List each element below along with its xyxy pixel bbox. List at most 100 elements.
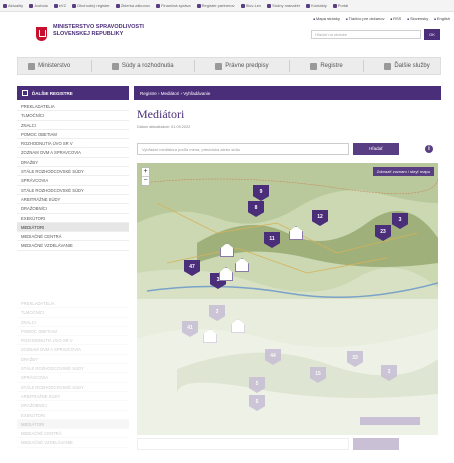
pin-count: 47 xyxy=(189,264,195,270)
bookmark-icon xyxy=(53,3,58,8)
sidebar-item[interactable]: Mediátori xyxy=(17,222,129,233)
map-cluster-pin-reflection: 41 xyxy=(182,321,198,337)
sidebar-item[interactable]: Správcovia xyxy=(17,373,129,383)
nav-label: Súdy a rozhodnutia xyxy=(121,63,174,69)
update-date: Dátum aktualizácie: 01.09.2022 xyxy=(137,125,191,129)
map-cluster-pin[interactable]: 47 xyxy=(184,260,200,276)
sidebar-item[interactable]: Mediačné vzdelávanie xyxy=(17,241,129,251)
sidebar-item[interactable]: Stále rozhodcovské súdy xyxy=(17,383,129,392)
map-cluster-pin-reflection: 3 xyxy=(209,305,225,321)
sidebar-item[interactable]: Pomoc obetiam xyxy=(17,130,129,140)
sidebar-item[interactable]: Stále rozhodcovské súdy xyxy=(17,186,129,195)
map-cluster-pin-reflection: 5 xyxy=(249,377,265,393)
mediators-map[interactable]: + − Zobraziť zoznam / skryť mapu 9 8 12 11 2… xyxy=(137,163,438,299)
bookmark-icon xyxy=(196,3,201,8)
bookmark-item[interactable]: Portál xyxy=(332,3,348,8)
sidebar-item[interactable]: Rozhodnutia ÚVO SR V xyxy=(17,139,129,149)
nav-separator xyxy=(193,60,195,72)
sidebar-item[interactable]: Rozhodnutia ÚVO SR V xyxy=(17,336,129,346)
map-cluster-pin[interactable]: 8 xyxy=(248,201,264,217)
sidebar-item[interactable]: Zoznam OVM a spravcovia xyxy=(17,148,129,158)
sidebar-item[interactable]: Arbitrážne súdy xyxy=(17,195,129,205)
bookmark-item[interactable]: Obchodný register xyxy=(72,3,110,8)
sidebar-item[interactable]: Exekútori xyxy=(17,214,129,223)
toplink-english[interactable]: English xyxy=(434,16,450,21)
sidebar-item[interactable]: Tlmočníci xyxy=(17,111,129,121)
bookmark-item[interactable]: Kontakty xyxy=(306,3,327,8)
sidebar-item[interactable]: Mediačné vzdelávanie xyxy=(17,438,129,448)
map-cluster-pin[interactable]: 23 xyxy=(375,225,391,241)
sidebar-item[interactable]: Dražby xyxy=(17,355,129,365)
bookmark-label: Justícia xyxy=(34,3,48,8)
bookmark-item[interactable]: Súdny manažér xyxy=(267,3,300,8)
zoom-out-button[interactable]: − xyxy=(142,176,149,185)
bookmark-icon xyxy=(115,3,120,8)
nav-item-courts[interactable]: Súdy a rozhodnutia xyxy=(111,62,174,70)
nav-label: Ďalšie služby xyxy=(394,63,430,69)
info-icon[interactable]: i xyxy=(425,145,433,153)
bookmark-item[interactable]: Register partnerov xyxy=(196,3,235,8)
sidebar-item[interactable]: Znalci xyxy=(17,318,129,327)
building-icon xyxy=(28,62,36,70)
pin-shape xyxy=(265,349,281,365)
mediator-search-button[interactable]: Hľadať xyxy=(353,143,399,155)
map-toggle-reflection xyxy=(360,417,420,425)
sidebar-item[interactable]: Mediačné centrá xyxy=(17,232,129,242)
sidebar-item[interactable]: Mediátori xyxy=(17,419,129,430)
toplink-slovak[interactable]: Slovensky xyxy=(407,16,428,21)
bookmark-item[interactable]: Slov-Lex xyxy=(240,3,261,8)
zoom-in-button[interactable]: + xyxy=(142,168,149,176)
ministry-logo-text[interactable]: MINISTERSTVO SPRAVODLIVOSTI SLOVENSKEJ R… xyxy=(53,24,163,37)
sidebar-item[interactable]: Mediačné centrá xyxy=(17,429,129,439)
logo-crest[interactable] xyxy=(36,27,47,41)
plus-icon xyxy=(384,62,392,70)
bookmark-item[interactable]: Zbierka zákonov xyxy=(115,3,150,8)
map-cluster-pin-reflection: 5 xyxy=(249,395,265,411)
nav-item-registers[interactable]: Registre xyxy=(310,62,343,70)
breadcrumb[interactable]: Registre › Mediátori › Vyhľadávanie xyxy=(134,86,441,100)
bookmark-item[interactable]: eVZ xyxy=(53,3,67,8)
sidebar-heading: ĎALŠIE REGISTRE xyxy=(17,86,129,100)
bookmark-item[interactable]: Finančná správa xyxy=(156,3,191,8)
map-zoom-control: + − xyxy=(141,167,150,186)
map-cluster-pin[interactable]: 3 xyxy=(392,213,408,229)
sidebar-item[interactable]: Prekladatelia xyxy=(17,102,129,112)
map-cluster-pin[interactable]: 12 xyxy=(312,210,328,226)
bookmark-label: eVZ xyxy=(58,3,67,8)
sidebar-item[interactable]: Zoznam OVM a spravcovia xyxy=(17,345,129,355)
sidebar-item[interactable]: Dražobníci xyxy=(17,401,129,411)
sidebar-item[interactable]: Pomoc obetiam xyxy=(17,327,129,337)
map-cluster-pin[interactable]: 9 xyxy=(253,185,269,201)
nav-label: Ministerstvo xyxy=(38,63,71,69)
site-search-button[interactable]: OK xyxy=(424,29,440,40)
sidebar-item[interactable]: Dražobníci xyxy=(17,204,129,214)
map-cluster-pin[interactable]: 11 xyxy=(264,232,280,248)
sidebar-item[interactable]: Prekladatelia xyxy=(17,299,129,309)
mediator-search-input[interactable]: Vyhľadať mediátora podľa mena, priezvisk… xyxy=(137,143,349,155)
nav-item-ministry[interactable]: Ministerstvo xyxy=(28,62,71,70)
sidebar-item[interactable]: Znalci xyxy=(17,121,129,130)
toplink-forms[interactable]: Tlačivo pre občanov xyxy=(346,16,385,21)
bookmark-item[interactable]: Aktuality xyxy=(3,3,23,8)
nav-item-legislation[interactable]: Právne predpisy xyxy=(215,62,269,70)
bookmark-item[interactable]: Justícia xyxy=(29,3,48,8)
pin-count: 5 xyxy=(255,381,259,387)
sidebar-item[interactable]: Tlmočníci xyxy=(17,308,129,318)
sidebar-item[interactable]: Exekútori xyxy=(17,411,129,420)
sidebar-item[interactable]: Dražby xyxy=(17,158,129,168)
sidebar-item[interactable]: Správcovia xyxy=(17,176,129,186)
map-toggle-button[interactable]: Zobraziť zoznam / skryť mapu xyxy=(372,167,434,176)
sidebar-item[interactable]: Arbitrážne súdy xyxy=(17,392,129,402)
nav-item-services[interactable]: Ďalšie služby xyxy=(384,62,430,70)
site-search-input[interactable]: Hľadať na stránke xyxy=(311,30,421,39)
map-terrain-reflection xyxy=(137,299,438,435)
sidebar-item[interactable]: Stále rozhodcovské súdy xyxy=(17,364,129,374)
bookmark-label: Aktuality xyxy=(8,3,24,8)
nav-separator xyxy=(288,60,290,72)
sidebar-item[interactable]: Stále rozhodcovské súdy xyxy=(17,167,129,177)
nav-label: Právne predpisy xyxy=(225,63,269,69)
map-court-marker-reflection xyxy=(231,319,245,333)
toplink-rss[interactable]: RSS xyxy=(390,16,401,21)
toplink-sitemap[interactable]: Mapa stránky xyxy=(313,16,340,21)
sidebar-list: Prekladatelia Tlmočníci Znalci Pomoc obetia… xyxy=(17,102,129,251)
